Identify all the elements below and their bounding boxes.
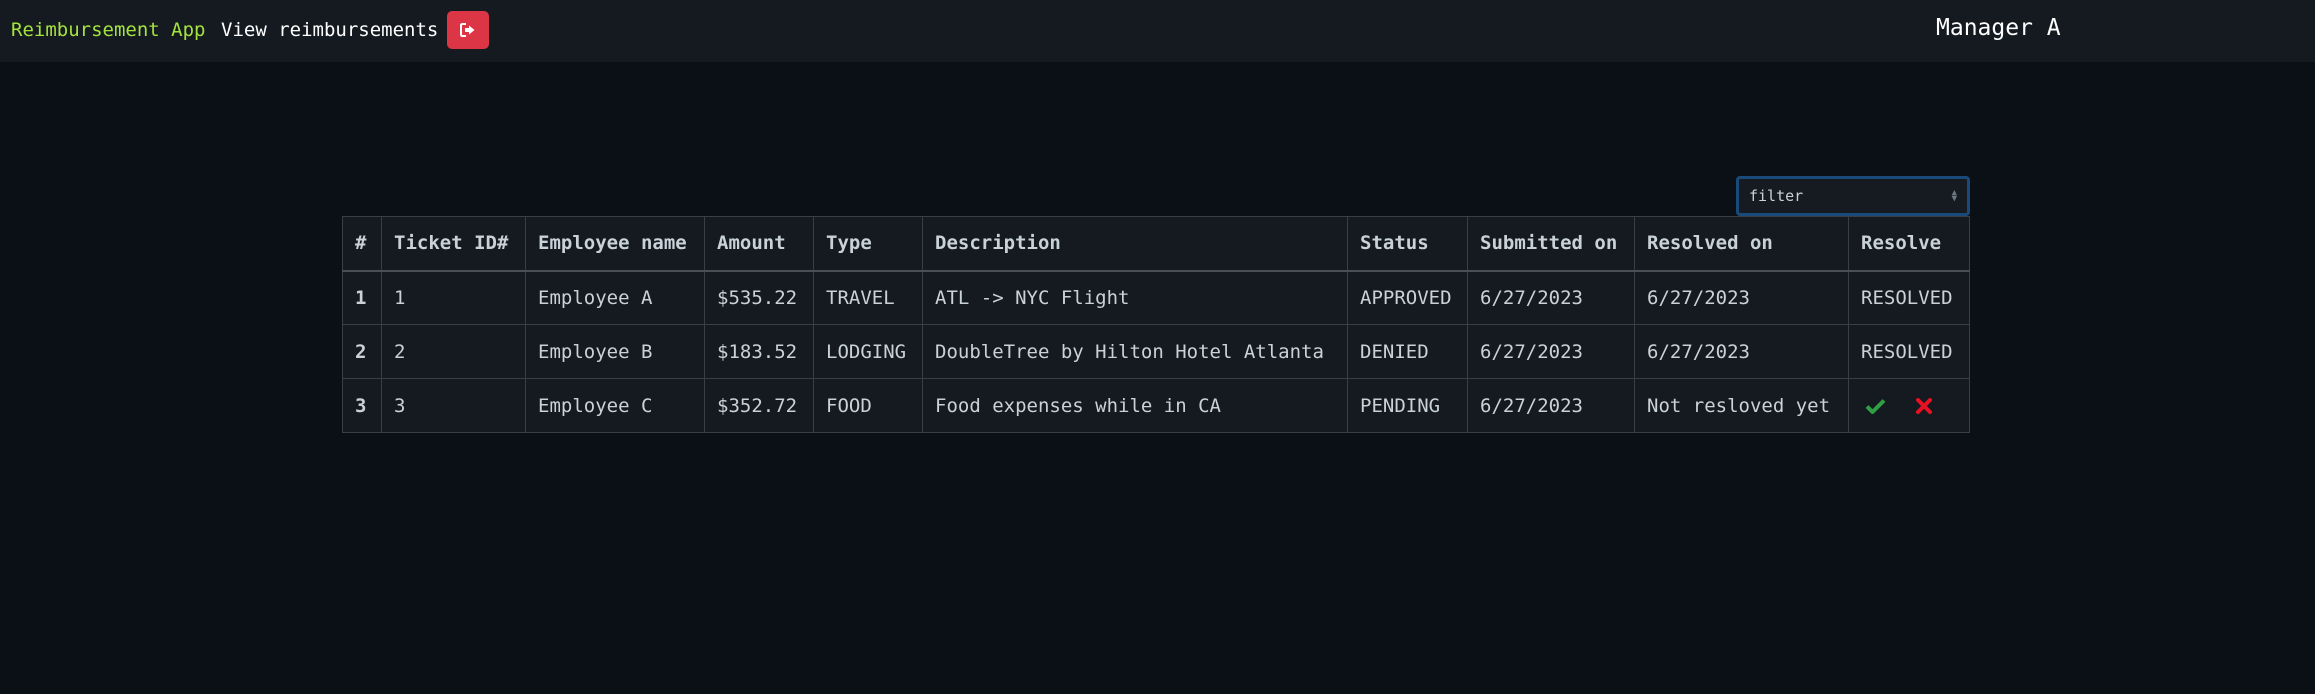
- status-filter-select[interactable]: filter ▲ ▼: [1736, 176, 1970, 216]
- column-header-submitted-on: Submitted on: [1467, 216, 1635, 272]
- current-user-name: Manager A: [1936, 15, 2061, 41]
- resolve-cell: RESOLVED: [1848, 324, 1970, 379]
- table-row: 1 1 Employee A $535.22 TRAVEL ATL -> NYC…: [342, 270, 1970, 325]
- row-index: 3: [342, 378, 382, 433]
- resolve-actions: [1861, 397, 1957, 414]
- filter-selected-value: filter: [1749, 187, 1804, 205]
- ticket-id-cell: 2: [381, 324, 526, 379]
- top-navbar: Reimbursement App View reimbursements Ma…: [0, 0, 2315, 62]
- employee-name-cell: Employee C: [525, 378, 705, 433]
- column-header-type: Type: [813, 216, 923, 272]
- employee-name-cell: Employee A: [525, 270, 705, 325]
- resolved-on-cell: Not resloved yet: [1634, 378, 1849, 433]
- column-header-status: Status: [1347, 216, 1468, 272]
- column-header-ticket-id: Ticket ID#: [381, 216, 526, 272]
- type-cell: FOOD: [813, 378, 923, 433]
- sign-out-icon: [460, 23, 475, 37]
- row-index: 2: [342, 324, 382, 379]
- status-cell: PENDING: [1347, 378, 1468, 433]
- amount-cell: $183.52: [704, 324, 814, 379]
- table-row: 2 2 Employee B $183.52 LODGING DoubleTre…: [342, 324, 1970, 379]
- column-header-employee-name: Employee name: [525, 216, 705, 272]
- close-icon: [1916, 397, 1932, 414]
- brand-link[interactable]: Reimbursement App: [11, 19, 205, 41]
- column-header-resolve: Resolve: [1848, 216, 1970, 272]
- description-cell: DoubleTree by Hilton Hotel Atlanta: [922, 324, 1348, 379]
- description-cell: ATL -> NYC Flight: [922, 270, 1348, 325]
- check-icon: [1865, 398, 1886, 414]
- resolved-on-cell: 6/27/2023: [1634, 324, 1849, 379]
- resolve-cell: [1848, 378, 1970, 433]
- deny-button[interactable]: [1916, 397, 1932, 414]
- column-header-resolved-on: Resolved on: [1634, 216, 1849, 272]
- reimbursements-table: # Ticket ID# Employee name Amount Type D…: [342, 216, 1970, 433]
- ticket-id-cell: 3: [381, 378, 526, 433]
- employee-name-cell: Employee B: [525, 324, 705, 379]
- status-cell: APPROVED: [1347, 270, 1468, 325]
- select-arrows-icon: ▲ ▼: [1951, 188, 1957, 204]
- column-header-index: #: [342, 216, 382, 272]
- amount-cell: $535.22: [704, 270, 814, 325]
- status-cell: DENIED: [1347, 324, 1468, 379]
- row-index: 1: [342, 270, 382, 325]
- type-cell: TRAVEL: [813, 270, 923, 325]
- resolved-on-cell: 6/27/2023: [1634, 270, 1849, 325]
- description-cell: Food expenses while in CA: [922, 378, 1348, 433]
- logout-button[interactable]: [447, 11, 489, 49]
- resolve-cell: RESOLVED: [1848, 270, 1970, 325]
- amount-cell: $352.72: [704, 378, 814, 433]
- ticket-id-cell: 1: [381, 270, 526, 325]
- column-header-description: Description: [922, 216, 1348, 272]
- submitted-on-cell: 6/27/2023: [1467, 324, 1635, 379]
- submitted-on-cell: 6/27/2023: [1467, 378, 1635, 433]
- column-header-amount: Amount: [704, 216, 814, 272]
- table-header-row: # Ticket ID# Employee name Amount Type D…: [342, 216, 1970, 272]
- view-reimbursements-link[interactable]: View reimbursements: [221, 19, 438, 41]
- type-cell: LODGING: [813, 324, 923, 379]
- approve-button[interactable]: [1865, 398, 1886, 414]
- table-row: 3 3 Employee C $352.72 FOOD Food expense…: [342, 378, 1970, 433]
- submitted-on-cell: 6/27/2023: [1467, 270, 1635, 325]
